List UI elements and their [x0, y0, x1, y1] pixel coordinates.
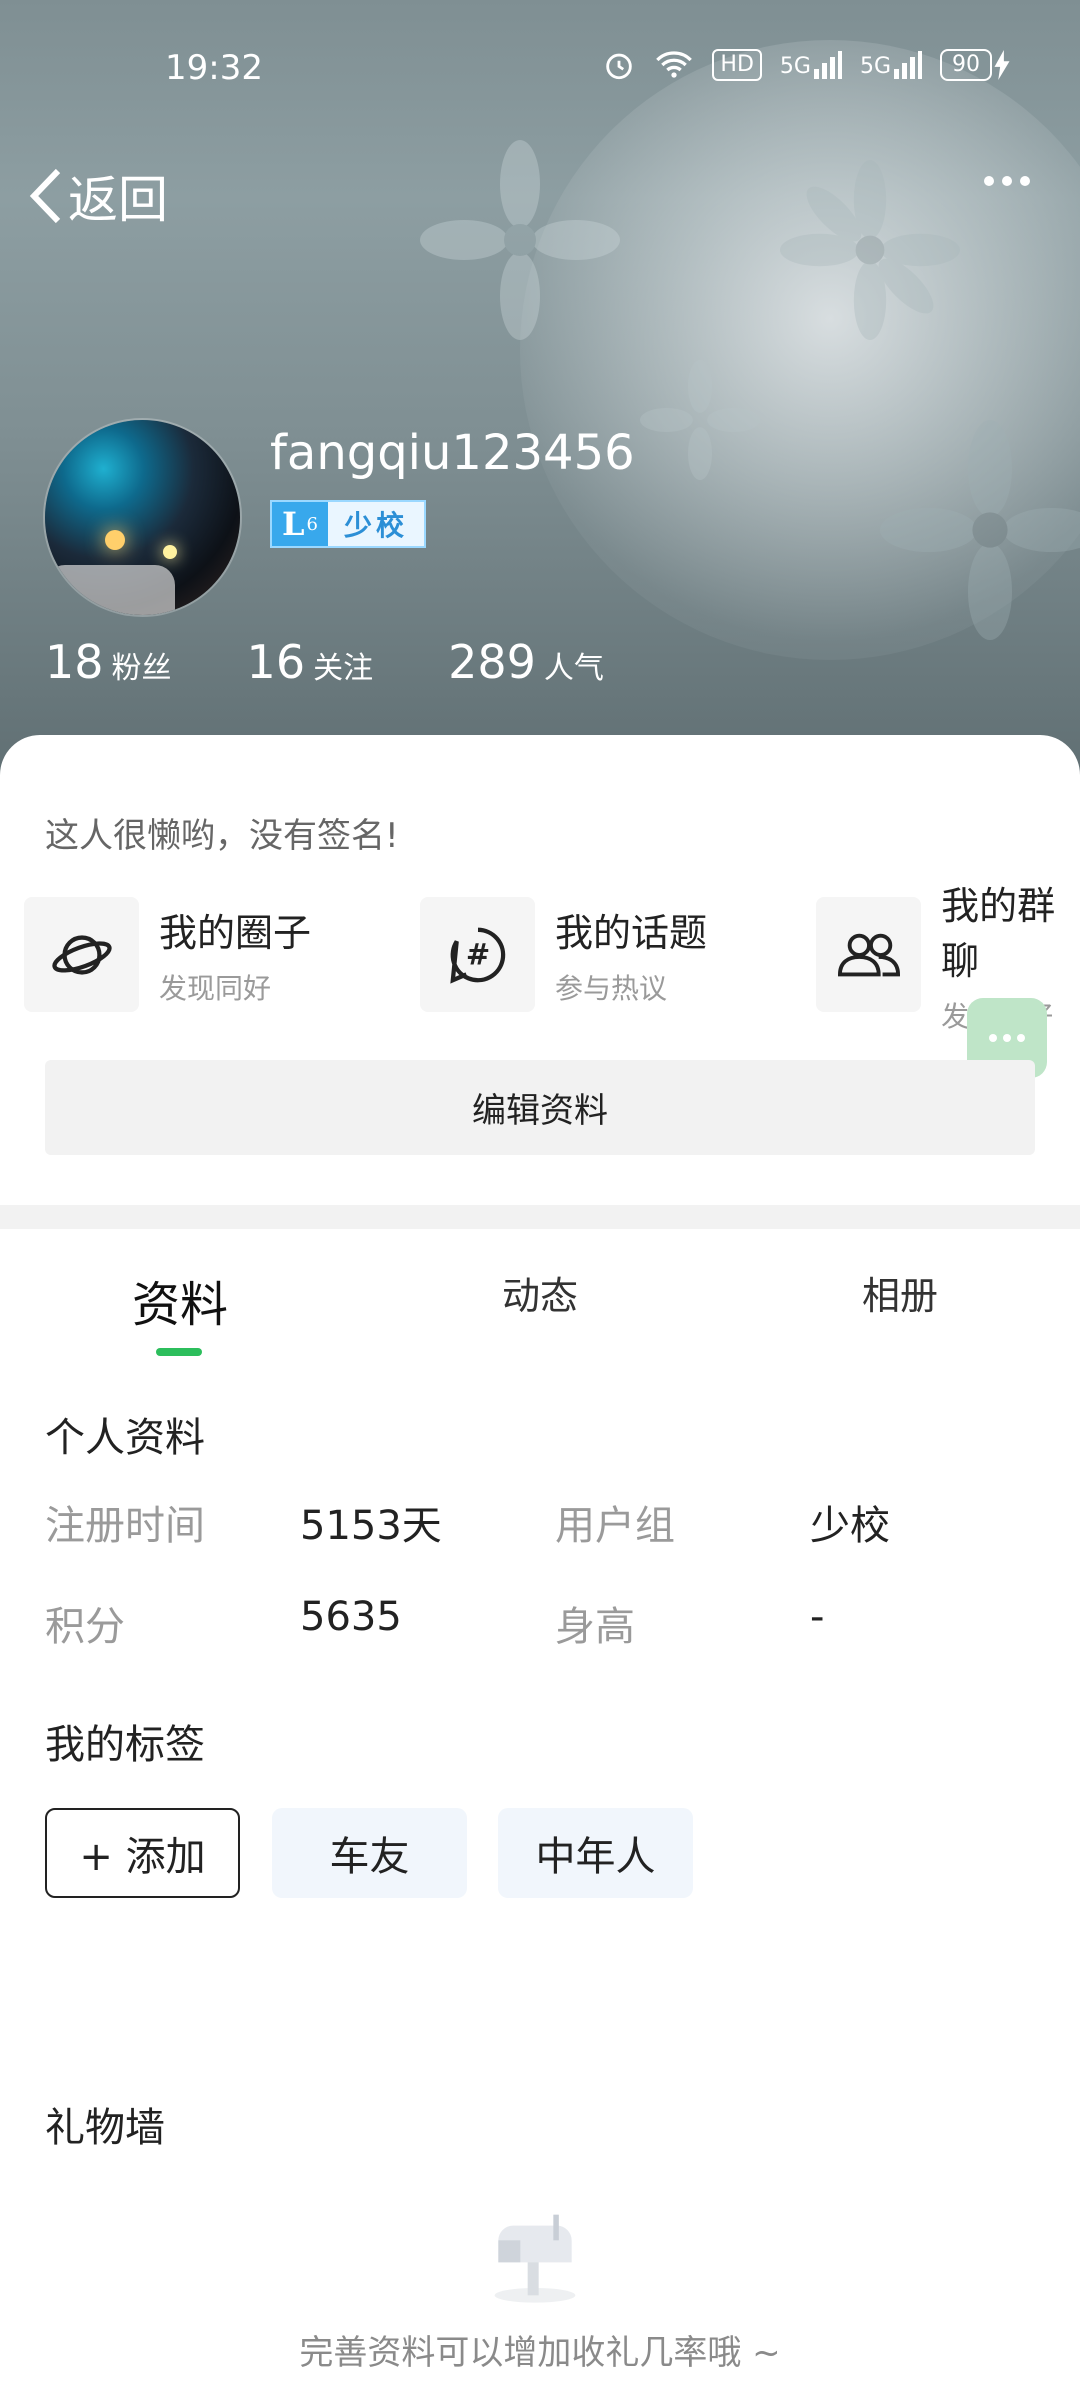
alarm-icon	[606, 53, 633, 80]
avatar-detail	[45, 565, 175, 615]
more-options-button[interactable]	[984, 176, 1030, 186]
info-label: 积分	[45, 1604, 125, 1650]
battery-level: 90	[940, 49, 992, 81]
avatar-detail	[163, 545, 177, 559]
following-stat[interactable]: 16 关注	[247, 635, 374, 689]
level-number: L6	[272, 502, 328, 546]
signal-icon-2: 5G	[860, 51, 922, 79]
tag-chip[interactable]: 车友	[272, 1808, 467, 1898]
network-type-2: 5G	[859, 54, 891, 79]
avatar-detail	[105, 530, 125, 550]
add-tag-button[interactable]: + 添加	[45, 1808, 240, 1898]
hashtag-icon: #	[420, 897, 535, 1012]
svg-text:#: #	[465, 937, 489, 971]
dot-icon	[1003, 1034, 1011, 1042]
info-label: 身高	[555, 1604, 635, 1650]
dot-icon	[1020, 176, 1030, 186]
avatar[interactable]	[45, 420, 240, 615]
planet-icon	[24, 897, 139, 1012]
level-letter: L	[282, 505, 305, 543]
followers-stat[interactable]: 18 粉丝	[45, 635, 172, 689]
mailbox-icon	[494, 2214, 576, 2303]
followers-count: 18	[45, 635, 104, 689]
back-label: 返回	[68, 171, 168, 229]
network-type: 5G	[779, 54, 811, 79]
info-value: 5153天	[300, 1503, 442, 1549]
rank-label: 少校	[328, 502, 425, 546]
dot-icon	[984, 176, 994, 186]
feature-circles[interactable]: 我的圈子 发现同好	[24, 897, 311, 1012]
feature-subtitle: 参与热议	[555, 972, 668, 1005]
popularity-stat[interactable]: 289 人气	[448, 635, 604, 689]
feature-title: 我的群聊	[941, 883, 1056, 983]
info-value: -	[810, 1594, 825, 1640]
feature-groups[interactable]: 我的群聊 发现同好	[816, 884, 1080, 1033]
profile-stats: 18 粉丝 16 关注 289 人气	[45, 635, 679, 689]
status-icons: HD 5G 5G 90	[602, 48, 1012, 82]
hd-badge: HD	[712, 49, 762, 81]
cover-flower-decoration	[420, 140, 620, 340]
gift-wall-title: 礼物墙	[45, 2105, 165, 2151]
tab-activity[interactable]: 动态	[360, 1265, 720, 1320]
back-button[interactable]: 返回	[28, 160, 168, 232]
cover-flower-decoration	[640, 360, 760, 480]
popularity-count: 289	[448, 635, 536, 689]
dot-icon	[989, 1034, 997, 1042]
tag-chip[interactable]: 中年人	[498, 1808, 693, 1898]
gift-empty-hint: 完善资料可以增加收礼几率哦 ~	[299, 2333, 781, 2373]
edit-profile-button[interactable]: 编辑资料	[45, 1060, 1035, 1155]
cover-flower-decoration	[880, 420, 1080, 640]
popularity-label: 人气	[543, 651, 604, 686]
tab-profile[interactable]: 资料	[0, 1265, 360, 1335]
active-tab-indicator	[156, 1348, 202, 1356]
following-count: 16	[246, 635, 306, 689]
info-label: 用户组	[555, 1503, 675, 1549]
info-value: 少校	[810, 1503, 890, 1549]
dot-icon	[1002, 176, 1012, 186]
signal-icon: 5G	[780, 51, 842, 79]
personal-info-title: 个人资料	[45, 1415, 205, 1461]
username: fangqiu123456	[270, 425, 635, 481]
chevron-left-icon	[29, 168, 61, 224]
following-label: 关注	[313, 651, 374, 686]
wifi-icon	[656, 51, 693, 78]
feature-topics[interactable]: # 我的话题 参与热议	[420, 897, 707, 1012]
feature-title: 我的圈子	[159, 911, 312, 955]
group-icon	[816, 897, 922, 1012]
tags-title: 我的标签	[45, 1722, 205, 1768]
feature-subtitle: 发现同好	[159, 972, 272, 1005]
level-digit: 6	[306, 513, 318, 535]
signature: 这人很懒哟，没有签名!	[45, 816, 399, 856]
tab-album[interactable]: 相册	[720, 1265, 1080, 1320]
followers-label: 粉丝	[111, 651, 172, 686]
info-value: 5635	[300, 1594, 402, 1640]
info-label: 注册时间	[45, 1503, 205, 1549]
feature-title: 我的话题	[555, 911, 708, 955]
battery-icon: 90	[940, 49, 1012, 81]
level-badge: L6 少校	[270, 500, 427, 548]
cover-flower-decoration	[780, 160, 960, 340]
section-divider	[0, 1205, 1080, 1229]
dot-icon	[1017, 1034, 1025, 1042]
status-time: 19:32	[165, 48, 263, 88]
